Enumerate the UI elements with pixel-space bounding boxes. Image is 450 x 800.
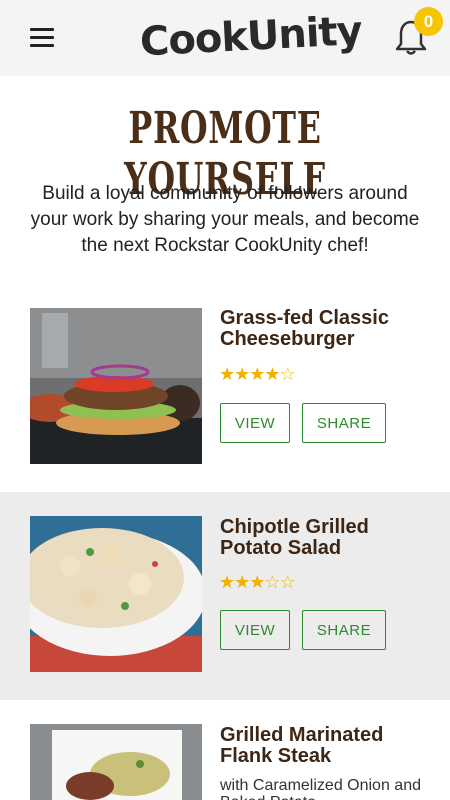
star-icon: ★ — [219, 572, 235, 592]
star-rating: ★★★☆☆ — [219, 572, 296, 593]
cookunity-logo[interactable]: CookUnity — [139, 6, 363, 71]
star-outline-icon: ☆ — [264, 572, 280, 592]
meal-card-flank-steak: Grilled Marinated Flank Steak with Caram… — [0, 700, 450, 800]
notification-count-badge: 0 — [414, 7, 443, 36]
flank-steak-photo[interactable] — [30, 724, 202, 800]
star-icon: ★ — [249, 572, 265, 592]
star-icon: ★ — [249, 364, 265, 384]
star-icon: ★ — [234, 364, 250, 384]
promo-description: Build a loyal community of followers aro… — [30, 183, 420, 256]
view-button[interactable]: VIEW — [220, 610, 290, 650]
star-outline-icon: ☆ — [279, 364, 296, 384]
meal-title[interactable]: Grass-fed Classic Cheeseburger — [220, 308, 430, 350]
cheeseburger-photo[interactable] — [30, 308, 202, 464]
view-button[interactable]: VIEW — [220, 403, 290, 443]
star-icon: ★ — [234, 572, 250, 592]
meal-title[interactable]: Chipotle Grilled Potato Salad — [220, 517, 430, 559]
hamburger-menu-icon[interactable] — [30, 28, 54, 48]
star-icon: ★ — [264, 364, 280, 384]
potato-salad-photo[interactable] — [30, 516, 202, 672]
share-button[interactable]: SHARE — [302, 403, 386, 443]
top-app-bar: CookUnity 0 — [0, 0, 450, 76]
meal-subtitle: with Caramelized Onion and Baked Potato — [220, 777, 421, 800]
share-button[interactable]: SHARE — [302, 610, 386, 650]
star-rating: ★★★★☆ — [219, 364, 296, 385]
meal-card-potato-salad: Chipotle Grilled Potato Salad ★★★☆☆ VIEW… — [0, 492, 450, 700]
star-outline-icon: ☆ — [279, 572, 296, 592]
meal-card-cheeseburger: Grass-fed Classic Cheeseburger ★★★★☆ VIE… — [0, 291, 450, 499]
star-icon: ★ — [219, 364, 235, 384]
meal-title[interactable]: Grilled Marinated Flank Steak — [220, 725, 430, 767]
